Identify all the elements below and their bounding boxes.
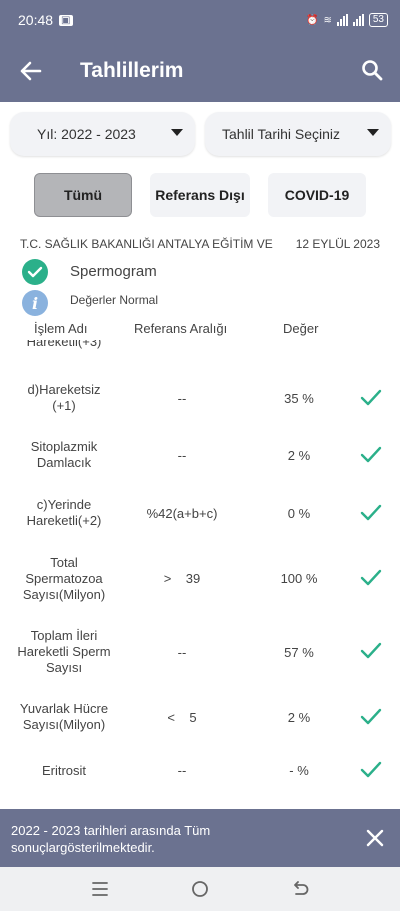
row-reference: < 5 <box>167 710 197 725</box>
home-icon[interactable] <box>190 879 210 899</box>
date-dropdown-label: Tahlil Tarihi Seçiniz <box>222 126 341 142</box>
signal-icon-2 <box>352 14 364 26</box>
row-value: - % <box>289 763 309 778</box>
check-icon <box>360 642 382 659</box>
row-reference: -- <box>177 763 187 778</box>
caret-down-icon <box>171 129 183 136</box>
row-reference: -- <box>177 448 187 463</box>
alarm-icon: ⏰ <box>306 14 319 26</box>
row-value: 0 % <box>287 506 311 521</box>
row-name: d)Hareketsiz (+1) <box>27 382 101 413</box>
row-name: Hareketli(+3) <box>26 340 102 349</box>
tab-all[interactable]: Tümü <box>34 173 132 217</box>
row-reference: %42(a+b+c) <box>146 506 218 521</box>
check-circle-icon <box>22 259 48 285</box>
check-icon <box>360 389 382 406</box>
search-icon[interactable] <box>360 58 384 82</box>
report-header: T.C. SAĞLIK BAKANLIĞI ANTALYA EĞİTİM VE … <box>20 237 380 251</box>
report-date: 12 EYLÜL 2023 <box>295 237 380 251</box>
signal-icon <box>336 14 348 26</box>
caret-down-icon <box>367 129 379 136</box>
column-header-reference: Referans Aralığı <box>134 321 228 336</box>
tab-covid[interactable]: COVID-19 <box>268 173 366 217</box>
row-name: Total Spermatozoa Sayısı(Milyon) <box>22 555 106 602</box>
status-time: 20:48 <box>18 12 54 28</box>
year-dropdown-label: Yıl: 2022 - 2023 <box>37 126 136 142</box>
back-nav-icon[interactable] <box>290 879 310 899</box>
wifi-icon: ≋ <box>323 14 332 26</box>
row-name: Sitoplazmik Damlacık <box>30 439 98 470</box>
page-title: Tahlillerim <box>80 59 184 82</box>
check-icon <box>360 504 382 521</box>
result-list[interactable]: Hareketli(+3) d)Hareketsiz (+1) -- 35 % … <box>0 340 400 810</box>
date-dropdown[interactable]: Tahlil Tarihi Seçiniz <box>205 112 391 156</box>
row-value: 2 % <box>287 710 311 725</box>
row-reference: -- <box>177 391 187 406</box>
institution-name: T.C. SAĞLIK BAKANLIĞI ANTALYA EĞİTİM VE <box>20 237 273 251</box>
row-value: 57 % <box>284 645 314 660</box>
row-name: Eritrosit <box>41 763 87 778</box>
row-value: 2 % <box>287 448 311 463</box>
tab-out-of-range[interactable]: Referans Dışı <box>150 173 250 217</box>
check-icon <box>360 761 382 778</box>
row-reference: -- <box>177 645 187 660</box>
status-icons: ⏰ ≋ 53 <box>306 13 388 27</box>
filter-tabs: Tümü Referans Dışı COVID-19 <box>0 173 400 217</box>
info-icon: i <box>22 290 48 316</box>
test-name: Spermogram <box>70 263 157 280</box>
status-bar: 20:48 ▣ ⏰ ≋ 53 <box>0 0 400 40</box>
battery-icon: 53 <box>368 13 388 27</box>
snackbar-message: 2022 - 2023 tarihleri arasında Tüm sonuç… <box>11 823 211 855</box>
column-header-name: İşlem Adı <box>34 321 88 336</box>
close-icon[interactable] <box>364 827 386 849</box>
check-icon <box>360 569 382 586</box>
menu-icon[interactable] <box>90 879 110 899</box>
year-dropdown[interactable]: Yıl: 2022 - 2023 <box>10 112 195 156</box>
back-arrow-icon <box>20 61 42 81</box>
row-name: c)Yerinde Hareketli(+2) <box>26 497 102 528</box>
row-name: Toplam İleri Hareketli Sperm Sayısı <box>17 628 111 675</box>
back-button[interactable] <box>0 40 62 102</box>
row-value: 100 % <box>280 571 318 586</box>
column-header-value: Değer <box>283 321 319 336</box>
row-value: 35 % <box>284 391 314 406</box>
sim-icon: ▣ <box>59 14 73 26</box>
snackbar: 2022 - 2023 tarihleri arasında Tüm sonuç… <box>0 809 400 867</box>
result-summary: Değerler Normal <box>70 293 159 307</box>
app-bar: Tahlillerim <box>0 40 400 102</box>
row-reference: > 39 <box>163 571 201 586</box>
system-nav-bar <box>0 867 400 911</box>
check-icon <box>360 708 382 725</box>
filters: Yıl: 2022 - 2023 Tahlil Tarihi Seçiniz <box>0 112 400 156</box>
check-icon <box>360 446 382 463</box>
row-name: Yuvarlak Hücre Sayısı(Milyon) <box>19 701 109 732</box>
